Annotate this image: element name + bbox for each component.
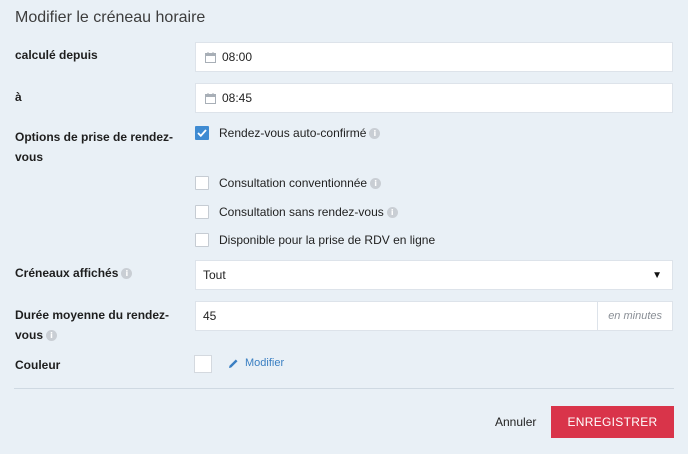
info-icon[interactable]: i bbox=[46, 330, 58, 342]
save-button[interactable]: ENREGISTRER bbox=[551, 406, 674, 438]
from-time-value: 08:00 bbox=[222, 50, 253, 64]
conventionnee-label: Consultation conventionnée bbox=[219, 176, 368, 190]
color-edit-label: Modifier bbox=[245, 357, 285, 369]
slots-selected-value: Tout bbox=[203, 268, 226, 282]
duration-unit-addon: en minutes bbox=[597, 302, 672, 330]
online-label: Disponible pour la prise de RDV en ligne bbox=[219, 233, 436, 247]
calendar-icon bbox=[205, 51, 216, 63]
options-label: Options de prise de rendez-vous bbox=[15, 130, 174, 164]
to-time-field[interactable]: 08:45 bbox=[195, 83, 673, 113]
auto-confirmed-label: Rendez-vous auto-confirmé bbox=[219, 126, 367, 140]
color-label: Couleur bbox=[15, 358, 61, 372]
color-swatch[interactable] bbox=[194, 355, 212, 373]
to-time-label: à bbox=[15, 90, 22, 104]
from-time-label: calculé depuis bbox=[15, 48, 98, 62]
duration-label: Durée moyenne du rendez-vous i bbox=[15, 305, 175, 345]
cancel-button[interactable]: Annuler bbox=[495, 415, 536, 429]
option-auto-confirmed[interactable]: Rendez-vous auto-confirmé i bbox=[195, 126, 381, 140]
duration-label-text: Durée moyenne du rendez-vous bbox=[15, 308, 170, 342]
checkmark-icon bbox=[197, 129, 207, 137]
to-time-value: 08:45 bbox=[222, 91, 253, 105]
calendar-icon bbox=[205, 92, 216, 104]
option-online[interactable]: Disponible pour la prise de RDV en ligne bbox=[195, 233, 435, 247]
pencil-icon bbox=[229, 359, 238, 368]
from-time-field[interactable]: 08:00 bbox=[195, 42, 673, 72]
duration-input[interactable]: 45 en minutes bbox=[195, 301, 673, 331]
color-edit-link[interactable]: Modifier bbox=[228, 357, 284, 369]
slots-label: Créneaux affichés i bbox=[15, 263, 175, 283]
sans-rdv-label: Consultation sans rendez-vous bbox=[219, 205, 384, 219]
conventionnee-checkbox[interactable] bbox=[195, 176, 209, 190]
sans-rdv-checkbox[interactable] bbox=[195, 205, 209, 219]
info-icon[interactable]: i bbox=[369, 127, 381, 139]
dialog-title: Modifier le créneau horaire bbox=[15, 9, 206, 26]
info-icon[interactable]: i bbox=[121, 268, 133, 280]
duration-value: 45 bbox=[203, 309, 217, 323]
slots-select[interactable]: Tout ▼ bbox=[195, 260, 673, 290]
info-icon[interactable]: i bbox=[370, 177, 382, 189]
option-conventionnee[interactable]: Consultation conventionnée i bbox=[195, 176, 382, 190]
slots-label-text: Créneaux affichés bbox=[15, 266, 119, 280]
option-sans-rdv[interactable]: Consultation sans rendez-vous i bbox=[195, 205, 398, 219]
online-checkbox[interactable] bbox=[195, 233, 209, 247]
dropdown-caret-icon: ▼ bbox=[652, 269, 662, 281]
auto-confirmed-checkbox[interactable] bbox=[195, 126, 209, 140]
info-icon[interactable]: i bbox=[386, 206, 398, 218]
footer-divider bbox=[14, 388, 674, 389]
